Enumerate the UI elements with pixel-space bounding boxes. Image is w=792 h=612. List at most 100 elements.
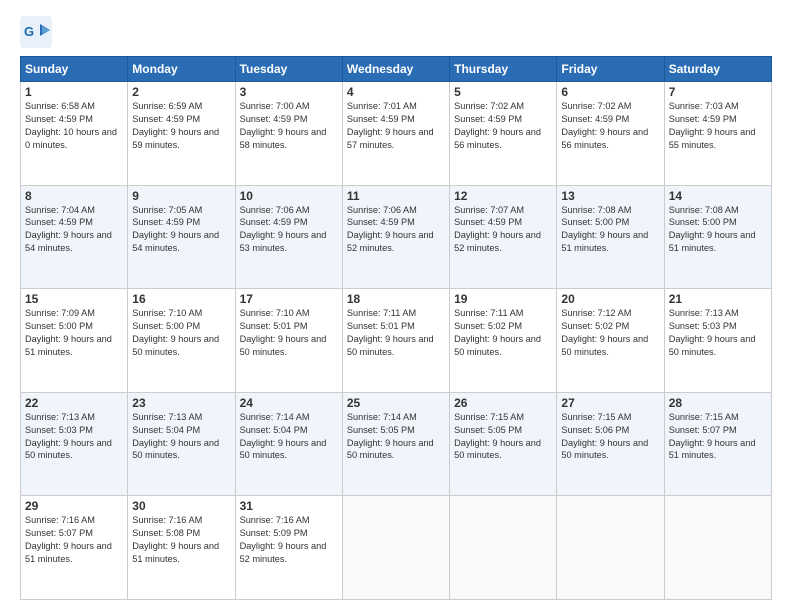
cell-info: Sunrise: 6:58 AMSunset: 4:59 PMDaylight:… (25, 101, 117, 150)
cell-info: Sunrise: 7:16 AMSunset: 5:08 PMDaylight:… (132, 515, 219, 564)
calendar-cell: 18 Sunrise: 7:11 AMSunset: 5:01 PMDaylig… (342, 289, 449, 393)
calendar-cell: 23 Sunrise: 7:13 AMSunset: 5:04 PMDaylig… (128, 392, 235, 496)
cell-info: Sunrise: 7:07 AMSunset: 4:59 PMDaylight:… (454, 205, 541, 254)
calendar-cell: 20 Sunrise: 7:12 AMSunset: 5:02 PMDaylig… (557, 289, 664, 393)
logo: G (20, 16, 56, 48)
calendar-cell: 13 Sunrise: 7:08 AMSunset: 5:00 PMDaylig… (557, 185, 664, 289)
day-number: 24 (240, 396, 338, 410)
day-number: 8 (25, 189, 123, 203)
header-saturday: Saturday (664, 57, 771, 82)
day-number: 19 (454, 292, 552, 306)
logo-icon: G (20, 16, 52, 48)
calendar-cell: 19 Sunrise: 7:11 AMSunset: 5:02 PMDaylig… (450, 289, 557, 393)
day-number: 30 (132, 499, 230, 513)
cell-info: Sunrise: 7:12 AMSunset: 5:02 PMDaylight:… (561, 308, 648, 357)
calendar-cell: 14 Sunrise: 7:08 AMSunset: 5:00 PMDaylig… (664, 185, 771, 289)
cell-info: Sunrise: 7:15 AMSunset: 5:06 PMDaylight:… (561, 412, 648, 461)
day-number: 11 (347, 189, 445, 203)
cell-info: Sunrise: 7:15 AMSunset: 5:05 PMDaylight:… (454, 412, 541, 461)
cell-info: Sunrise: 7:16 AMSunset: 5:09 PMDaylight:… (240, 515, 327, 564)
cell-info: Sunrise: 7:00 AMSunset: 4:59 PMDaylight:… (240, 101, 327, 150)
day-number: 31 (240, 499, 338, 513)
calendar-cell (342, 496, 449, 600)
cell-info: Sunrise: 7:08 AMSunset: 5:00 PMDaylight:… (561, 205, 648, 254)
day-number: 15 (25, 292, 123, 306)
calendar-cell: 7 Sunrise: 7:03 AMSunset: 4:59 PMDayligh… (664, 82, 771, 186)
header-monday: Monday (128, 57, 235, 82)
calendar-cell: 24 Sunrise: 7:14 AMSunset: 5:04 PMDaylig… (235, 392, 342, 496)
day-number: 7 (669, 85, 767, 99)
calendar-cell: 12 Sunrise: 7:07 AMSunset: 4:59 PMDaylig… (450, 185, 557, 289)
cell-info: Sunrise: 7:03 AMSunset: 4:59 PMDaylight:… (669, 101, 756, 150)
calendar-cell: 15 Sunrise: 7:09 AMSunset: 5:00 PMDaylig… (21, 289, 128, 393)
calendar-cell: 29 Sunrise: 7:16 AMSunset: 5:07 PMDaylig… (21, 496, 128, 600)
calendar-cell: 2 Sunrise: 6:59 AMSunset: 4:59 PMDayligh… (128, 82, 235, 186)
cell-info: Sunrise: 7:04 AMSunset: 4:59 PMDaylight:… (25, 205, 112, 254)
cell-info: Sunrise: 7:14 AMSunset: 5:05 PMDaylight:… (347, 412, 434, 461)
day-number: 1 (25, 85, 123, 99)
header-friday: Friday (557, 57, 664, 82)
calendar-table: Sunday Monday Tuesday Wednesday Thursday… (20, 56, 772, 600)
day-number: 10 (240, 189, 338, 203)
day-number: 18 (347, 292, 445, 306)
header-thursday: Thursday (450, 57, 557, 82)
cell-info: Sunrise: 7:06 AMSunset: 4:59 PMDaylight:… (240, 205, 327, 254)
day-number: 26 (454, 396, 552, 410)
calendar-cell: 31 Sunrise: 7:16 AMSunset: 5:09 PMDaylig… (235, 496, 342, 600)
day-number: 13 (561, 189, 659, 203)
header-wednesday: Wednesday (342, 57, 449, 82)
calendar-cell: 3 Sunrise: 7:00 AMSunset: 4:59 PMDayligh… (235, 82, 342, 186)
calendar-cell (664, 496, 771, 600)
calendar-cell: 4 Sunrise: 7:01 AMSunset: 4:59 PMDayligh… (342, 82, 449, 186)
calendar-cell: 21 Sunrise: 7:13 AMSunset: 5:03 PMDaylig… (664, 289, 771, 393)
cell-info: Sunrise: 6:59 AMSunset: 4:59 PMDaylight:… (132, 101, 219, 150)
day-number: 25 (347, 396, 445, 410)
header-sunday: Sunday (21, 57, 128, 82)
calendar-week-3: 15 Sunrise: 7:09 AMSunset: 5:00 PMDaylig… (21, 289, 772, 393)
calendar-cell (557, 496, 664, 600)
cell-info: Sunrise: 7:13 AMSunset: 5:03 PMDaylight:… (669, 308, 756, 357)
cell-info: Sunrise: 7:02 AMSunset: 4:59 PMDaylight:… (561, 101, 648, 150)
cell-info: Sunrise: 7:08 AMSunset: 5:00 PMDaylight:… (669, 205, 756, 254)
header: G (20, 16, 772, 48)
svg-text:G: G (24, 24, 34, 39)
calendar-cell: 27 Sunrise: 7:15 AMSunset: 5:06 PMDaylig… (557, 392, 664, 496)
calendar-cell: 25 Sunrise: 7:14 AMSunset: 5:05 PMDaylig… (342, 392, 449, 496)
cell-info: Sunrise: 7:10 AMSunset: 5:00 PMDaylight:… (132, 308, 219, 357)
calendar-cell: 17 Sunrise: 7:10 AMSunset: 5:01 PMDaylig… (235, 289, 342, 393)
cell-info: Sunrise: 7:10 AMSunset: 5:01 PMDaylight:… (240, 308, 327, 357)
cell-info: Sunrise: 7:02 AMSunset: 4:59 PMDaylight:… (454, 101, 541, 150)
calendar-cell (450, 496, 557, 600)
calendar-week-5: 29 Sunrise: 7:16 AMSunset: 5:07 PMDaylig… (21, 496, 772, 600)
calendar-week-1: 1 Sunrise: 6:58 AMSunset: 4:59 PMDayligh… (21, 82, 772, 186)
header-tuesday: Tuesday (235, 57, 342, 82)
cell-info: Sunrise: 7:01 AMSunset: 4:59 PMDaylight:… (347, 101, 434, 150)
calendar-cell: 9 Sunrise: 7:05 AMSunset: 4:59 PMDayligh… (128, 185, 235, 289)
calendar-cell: 26 Sunrise: 7:15 AMSunset: 5:05 PMDaylig… (450, 392, 557, 496)
day-number: 14 (669, 189, 767, 203)
calendar-cell: 16 Sunrise: 7:10 AMSunset: 5:00 PMDaylig… (128, 289, 235, 393)
day-number: 6 (561, 85, 659, 99)
calendar-cell: 22 Sunrise: 7:13 AMSunset: 5:03 PMDaylig… (21, 392, 128, 496)
day-number: 27 (561, 396, 659, 410)
cell-info: Sunrise: 7:13 AMSunset: 5:04 PMDaylight:… (132, 412, 219, 461)
calendar-cell: 1 Sunrise: 6:58 AMSunset: 4:59 PMDayligh… (21, 82, 128, 186)
day-number: 23 (132, 396, 230, 410)
page: G Sunday Monday Tuesday Wednesday (0, 0, 792, 612)
day-number: 4 (347, 85, 445, 99)
day-number: 28 (669, 396, 767, 410)
calendar-cell: 28 Sunrise: 7:15 AMSunset: 5:07 PMDaylig… (664, 392, 771, 496)
calendar-header-row: Sunday Monday Tuesday Wednesday Thursday… (21, 57, 772, 82)
day-number: 12 (454, 189, 552, 203)
day-number: 9 (132, 189, 230, 203)
cell-info: Sunrise: 7:14 AMSunset: 5:04 PMDaylight:… (240, 412, 327, 461)
calendar-cell: 11 Sunrise: 7:06 AMSunset: 4:59 PMDaylig… (342, 185, 449, 289)
cell-info: Sunrise: 7:11 AMSunset: 5:02 PMDaylight:… (454, 308, 541, 357)
calendar-cell: 6 Sunrise: 7:02 AMSunset: 4:59 PMDayligh… (557, 82, 664, 186)
calendar-cell: 10 Sunrise: 7:06 AMSunset: 4:59 PMDaylig… (235, 185, 342, 289)
day-number: 29 (25, 499, 123, 513)
calendar-cell: 5 Sunrise: 7:02 AMSunset: 4:59 PMDayligh… (450, 82, 557, 186)
day-number: 22 (25, 396, 123, 410)
day-number: 3 (240, 85, 338, 99)
cell-info: Sunrise: 7:13 AMSunset: 5:03 PMDaylight:… (25, 412, 112, 461)
